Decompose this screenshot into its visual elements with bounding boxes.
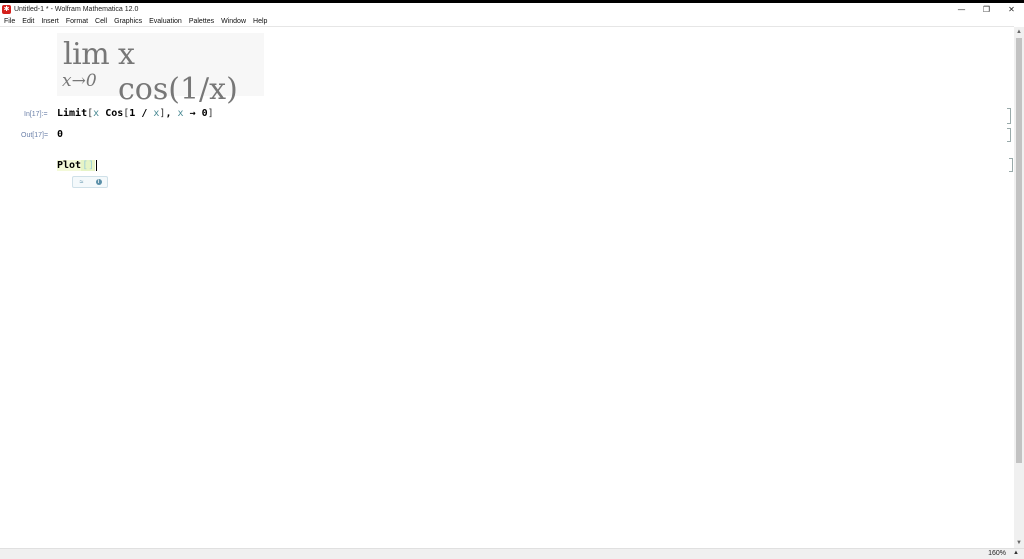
input-cell-17[interactable]: Limit[x Cos[1 / x], x → 0] — [57, 108, 214, 119]
scroll-thumb[interactable] — [1016, 38, 1022, 463]
menu-insert[interactable]: Insert — [37, 18, 62, 25]
status-bar: 160% ▲ — [0, 548, 1024, 559]
cell-bracket-output[interactable] — [1007, 128, 1011, 142]
window-title: Untitled-1 * - Wolfram Mathematica 12.0 — [14, 6, 139, 13]
text-caret — [96, 160, 98, 171]
title-bar: ✱ Untitled-1 * - Wolfram Mathematica 12.… — [0, 3, 1024, 16]
code-arrow-zero: → 0 — [183, 108, 208, 119]
limit-subscript: x→0 — [62, 71, 97, 91]
plot-brackets: [] — [81, 160, 96, 171]
output-cell-17[interactable]: 0 — [57, 129, 63, 140]
notebook-area[interactable]: lim x→0 x cos(1/x) In[17]:= Limit[x Cos[… — [0, 27, 1014, 548]
info-button[interactable]: i — [90, 177, 107, 187]
menu-cell[interactable]: Cell — [91, 18, 110, 25]
limit-expression: x cos(1/x) — [118, 37, 238, 107]
menu-file[interactable]: File — [0, 18, 18, 25]
code-head: Limit — [57, 108, 88, 119]
menu-format[interactable]: Format — [62, 18, 91, 25]
code-comma: , — [165, 108, 178, 119]
code-cos: Cos — [105, 108, 124, 119]
menu-palettes[interactable]: Palettes — [185, 18, 217, 25]
menu-help[interactable]: Help — [249, 18, 270, 25]
close-button[interactable]: ✕ — [999, 3, 1024, 16]
zoom-menu-icon[interactable]: ▲ — [1013, 550, 1019, 556]
code-close-bracket: ] — [207, 108, 214, 119]
math-display-cell[interactable]: lim x→0 x cos(1/x) — [57, 33, 264, 107]
window-controls: — ❐ ✕ — [949, 3, 1024, 16]
limit-symbol: lim — [63, 37, 110, 72]
menu-bar: File Edit Insert Format Cell Graphics Ev… — [0, 16, 1024, 26]
zoom-level[interactable]: 160% — [988, 550, 1006, 557]
menu-edit[interactable]: Edit — [18, 18, 37, 25]
minimize-button[interactable]: — — [949, 3, 974, 16]
output-label: Out[17]= — [21, 132, 49, 139]
cell-bracket-input[interactable] — [1007, 108, 1011, 124]
restore-button[interactable]: ❐ — [974, 3, 999, 16]
approx-icon[interactable]: ≈ — [73, 177, 90, 187]
mathematica-icon: ✱ — [2, 5, 11, 14]
menu-evaluation[interactable]: Evaluation — [145, 18, 185, 25]
vertical-scrollbar[interactable]: ▲ ▼ — [1014, 27, 1024, 548]
info-icon: i — [95, 179, 102, 185]
cell-bracket-current[interactable] — [1009, 158, 1013, 172]
input-label: In[17]:= — [24, 111, 48, 118]
menu-graphics[interactable]: Graphics — [110, 18, 145, 25]
suggestions-bar: ≈ i — [72, 176, 108, 188]
current-input-cell[interactable]: Plot [] — [57, 160, 98, 171]
plot-function-name: Plot — [57, 160, 82, 171]
code-one-over: 1 / — [129, 108, 154, 119]
menu-window[interactable]: Window — [217, 18, 249, 25]
scroll-up-icon[interactable]: ▲ — [1014, 27, 1024, 37]
scroll-down-icon[interactable]: ▼ — [1014, 538, 1024, 548]
code-var-x: x — [93, 108, 100, 119]
